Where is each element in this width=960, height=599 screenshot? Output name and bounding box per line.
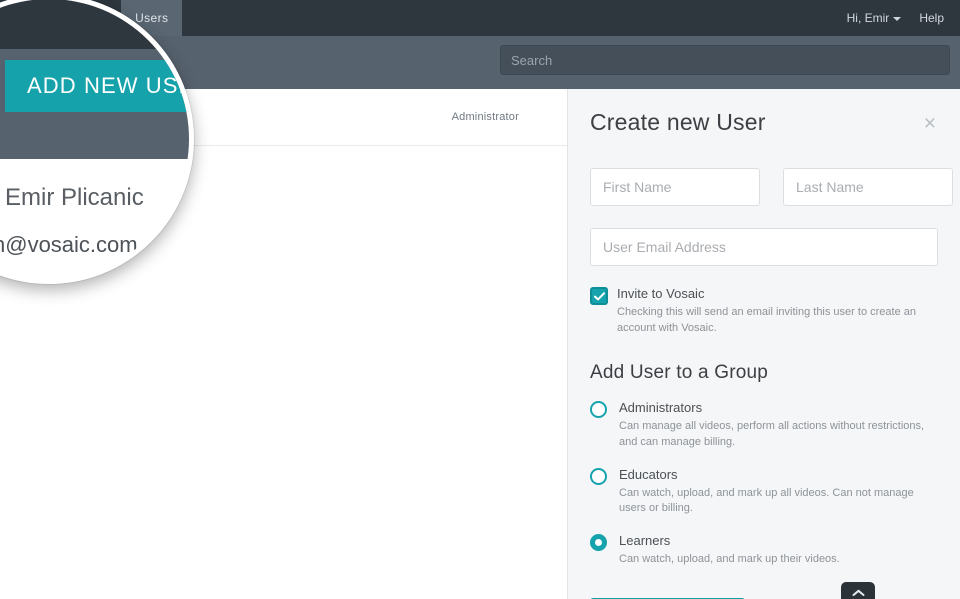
close-icon[interactable]: × <box>914 109 938 138</box>
invite-help-text: Checking this will send an email invitin… <box>617 305 916 334</box>
email-field[interactable] <box>590 228 938 266</box>
scroll-to-top-button[interactable] <box>841 582 875 599</box>
invite-checkbox[interactable] <box>590 287 608 305</box>
chevron-down-icon <box>893 16 902 21</box>
account-menu[interactable]: Hi, Emir <box>847 11 902 25</box>
group-label: Educators <box>619 466 678 482</box>
page-title: Create new User <box>590 109 766 135</box>
magnifier-lens: ADD NEW USER Emir Plicanic n@vosaic.com <box>0 0 194 284</box>
magnified-user-email: n@vosaic.com <box>0 232 138 257</box>
group-help-text: Can watch, upload, and mark up their vid… <box>619 553 840 565</box>
radio-administrators[interactable] <box>590 401 607 419</box>
group-section-title: Add User to a Group <box>590 362 769 384</box>
invite-text-block: Invite to Vosaic Checking this will send… <box>617 286 938 336</box>
create-user-panel: Create new User × Invite to Vosaic Check… <box>567 89 960 599</box>
invite-checkbox-row: Invite to Vosaic Checking this will send… <box>590 286 938 336</box>
radio-dot <box>595 539 602 547</box>
panel-header: Create new User × <box>590 89 938 138</box>
group-label: Administrators <box>619 400 703 416</box>
group-option-educators[interactable]: Educators Can watch, upload, and mark up… <box>590 467 938 517</box>
add-new-user-label: ADD NEW USER <box>27 73 194 98</box>
user-role: Administrator <box>451 111 519 123</box>
magnified-topbar <box>0 0 189 49</box>
chevron-up-icon <box>852 589 864 596</box>
group-label: Learners <box>619 533 671 549</box>
invite-label: Invite to Vosaic <box>617 286 705 301</box>
nav-right-group: Hi, Emir Help <box>847 0 960 36</box>
first-name-input[interactable] <box>590 168 760 206</box>
app-root: Vo ngs Users Hi, Emir Help Administrator… <box>0 0 960 599</box>
magnifier-content: ADD NEW USER Emir Plicanic n@vosaic.com <box>0 0 194 279</box>
last-name-input[interactable] <box>783 168 953 206</box>
help-link[interactable]: Help <box>919 11 944 25</box>
group-text-block: Educators Can watch, upload, and mark up… <box>619 467 938 517</box>
magnified-user-name: Emir Plicanic <box>5 184 144 211</box>
group-help-text: Can manage all videos, perform all actio… <box>619 420 925 448</box>
radio-learners[interactable] <box>590 534 607 552</box>
group-option-learners[interactable]: Learners Can watch, upload, and mark up … <box>590 533 938 568</box>
group-option-administrators[interactable]: Administrators Can manage all videos, pe… <box>590 400 938 450</box>
magnified-list-area <box>0 159 189 279</box>
add-new-user-button[interactable]: ADD NEW USER <box>5 60 194 112</box>
group-text-block: Learners Can watch, upload, and mark up … <box>619 533 840 568</box>
group-text-block: Administrators Can manage all videos, pe… <box>619 400 938 450</box>
account-menu-label: Hi, Emir <box>846 11 890 25</box>
search-input[interactable] <box>500 45 950 75</box>
group-help-text: Can watch, upload, and mark up all video… <box>619 486 914 515</box>
name-field-row <box>590 168 953 206</box>
check-icon <box>593 291 605 300</box>
radio-educators[interactable] <box>590 467 607 485</box>
